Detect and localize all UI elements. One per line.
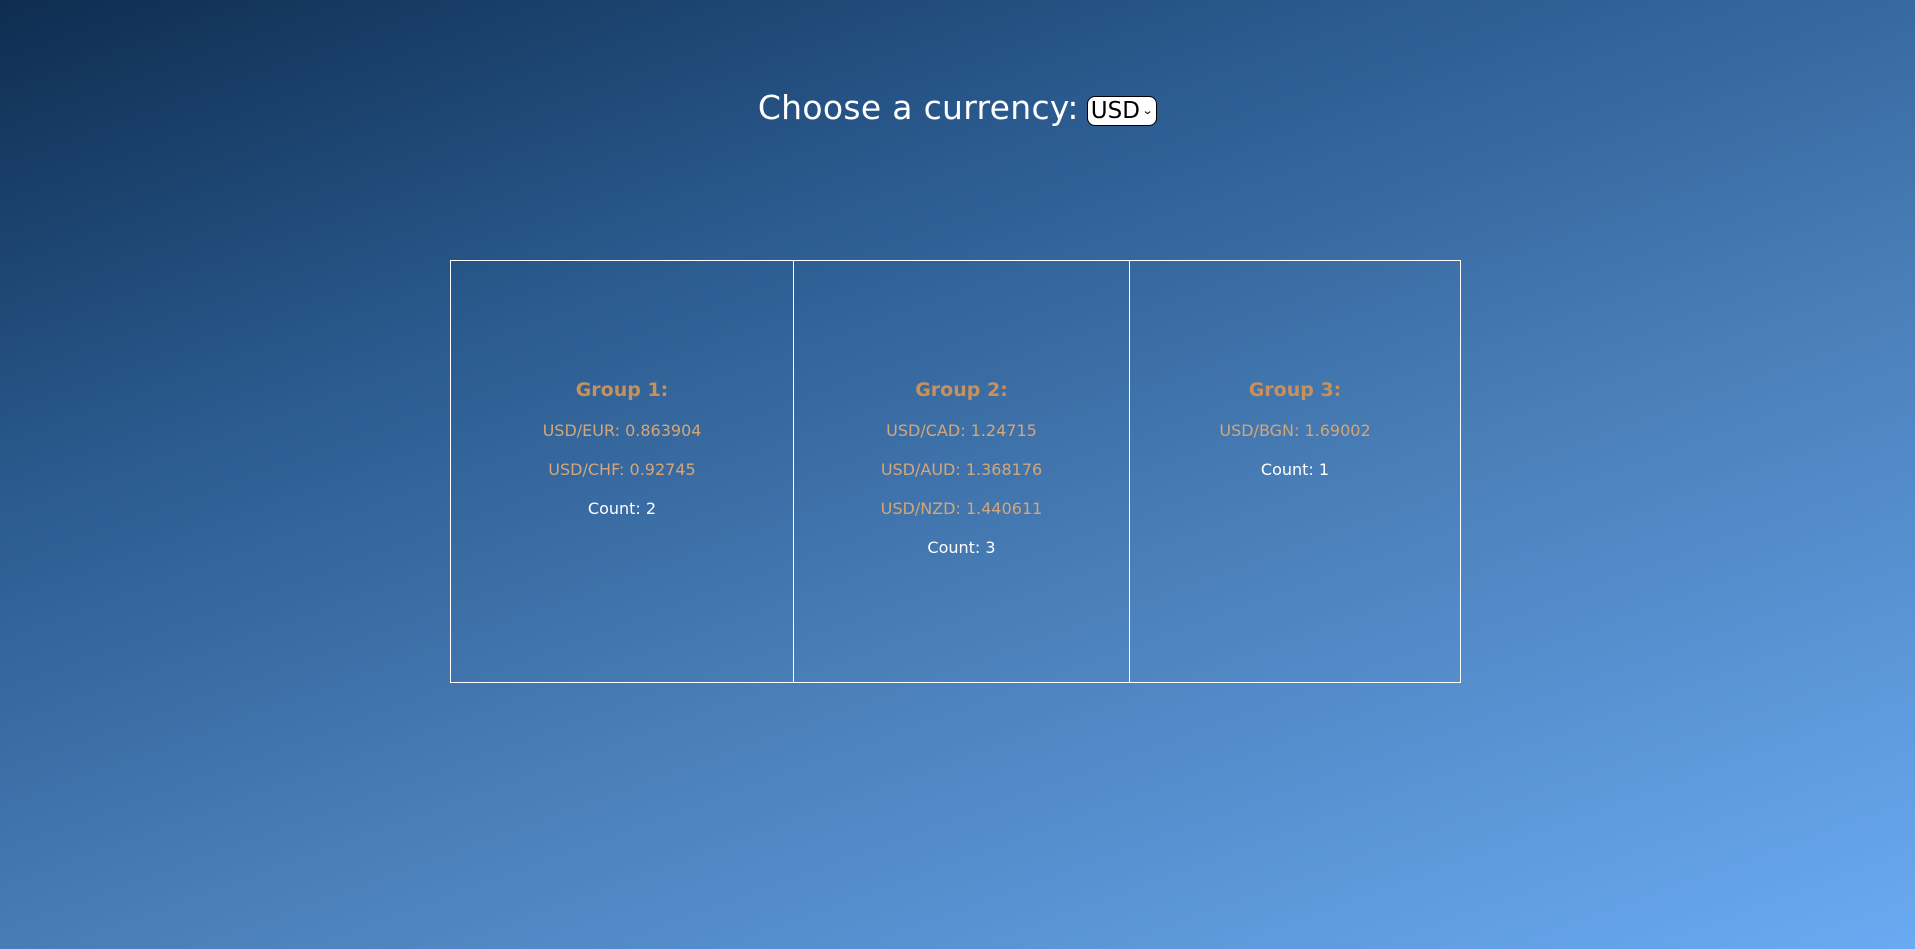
currency-select[interactable]: USD ⌄ [1086,95,1158,126]
rate-item: USD/CHF: 0.92745 [548,460,696,479]
group-count: Count: 2 [587,499,657,518]
rate-item: USD/CAD: 1.24715 [886,421,1037,440]
group-2-panel: Group 2: USD/CAD: 1.24715 USD/AUD: 1.368… [793,260,1130,683]
group-1-panel: Group 1: USD/EUR: 0.863904 USD/CHF: 0.92… [450,260,794,683]
group-title: Group 1: [575,379,669,401]
group-count: Count: 1 [1260,460,1330,479]
group-count: Count: 3 [927,538,996,557]
rate-item: USD/EUR: 0.863904 [542,421,702,440]
chevron-down-icon: ⌄ [1141,104,1154,117]
rate-item: USD/NZD: 1.440611 [880,499,1043,518]
currency-header: Choose a currency: USD ⌄ [0,88,1915,127]
groups-container: Group 1: USD/EUR: 0.863904 USD/CHF: 0.92… [450,260,1461,683]
rate-item: USD/AUD: 1.368176 [880,460,1043,479]
rate-item: USD/BGN: 1.69002 [1219,421,1371,440]
group-title: Group 3: [1248,379,1342,401]
currency-label: Choose a currency: [757,88,1079,127]
currency-select-value: USD [1090,97,1140,124]
group-title: Group 2: [915,379,1008,401]
group-3-panel: Group 3: USD/BGN: 1.69002 Count: 1 [1129,260,1461,683]
